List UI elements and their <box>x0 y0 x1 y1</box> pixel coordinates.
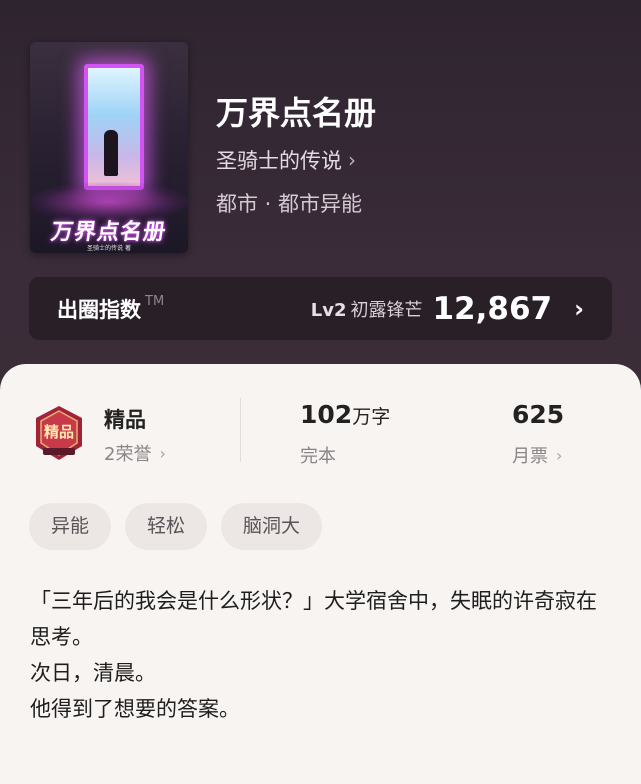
level-name: 初露锋芒 <box>350 299 423 321</box>
popularity-index-bar[interactable]: 出圈指数 TM Lv2 初露锋芒 12,867 › <box>29 277 612 340</box>
chevron-right-icon: › <box>556 445 563 465</box>
tag-item[interactable]: 脑洞大 <box>221 503 323 550</box>
trademark-mark: TM <box>145 294 165 309</box>
tag-item[interactable]: 异能 <box>29 503 112 550</box>
monthly-votes-link[interactable]: 月票 › <box>512 442 562 468</box>
index-level: Lv2 初露锋芒 <box>311 296 423 322</box>
tag-list: 异能 轻松 脑洞大 <box>29 503 323 550</box>
word-count-unit: 万字 <box>352 406 391 428</box>
word-count: 102万字 <box>300 400 390 429</box>
quality-badge-icon: 精品 <box>36 406 82 460</box>
book-synopsis[interactable]: 「三年后的我会是什么形状？」大学宿舍中，失眠的许奇寂在思考。 次日，清晨。 他得… <box>30 583 615 727</box>
word-count-value: 102 <box>300 400 353 429</box>
author-name: 圣骑士的传说 <box>216 149 342 173</box>
synopsis-line: 次日，清晨。 <box>30 661 156 685</box>
cover-title: 万界点名册 <box>49 219 169 245</box>
synopsis-line: 他得到了想要的答案。 <box>30 697 240 721</box>
chevron-right-icon: › <box>348 148 356 172</box>
monthly-votes-value: 625 <box>512 400 565 429</box>
honors-link[interactable]: 2荣誉 › <box>104 440 166 466</box>
monthly-votes-label: 月票 <box>512 446 548 467</box>
cover-figure-art <box>104 130 118 176</box>
chevron-right-icon: › <box>574 294 584 323</box>
index-label: 出圈指数 <box>57 297 141 322</box>
book-title: 万界点名册 <box>216 94 377 132</box>
honors-count: 2荣誉 <box>104 444 152 465</box>
badge-text: 精品 <box>44 423 74 441</box>
stats-divider <box>240 398 241 462</box>
synopsis-line: 「三年后的我会是什么形状？」大学宿舍中，失眠的许奇寂在思考。 <box>30 589 597 649</box>
book-cover[interactable]: 万界点名册 圣骑士的传说 著 <box>30 42 188 253</box>
chevron-right-icon: › <box>159 443 166 463</box>
tag-item[interactable]: 轻松 <box>125 503 208 550</box>
book-genre: 都市 · 都市异能 <box>216 192 363 216</box>
quality-title: 精品 <box>104 408 146 432</box>
author-link[interactable]: 圣骑士的传说 › <box>216 145 356 175</box>
index-score: 12,867 <box>432 290 553 327</box>
completion-status: 完本 <box>300 446 336 467</box>
level-code: Lv2 <box>310 299 347 321</box>
cover-author: 圣骑士的传说 著 <box>87 245 131 252</box>
